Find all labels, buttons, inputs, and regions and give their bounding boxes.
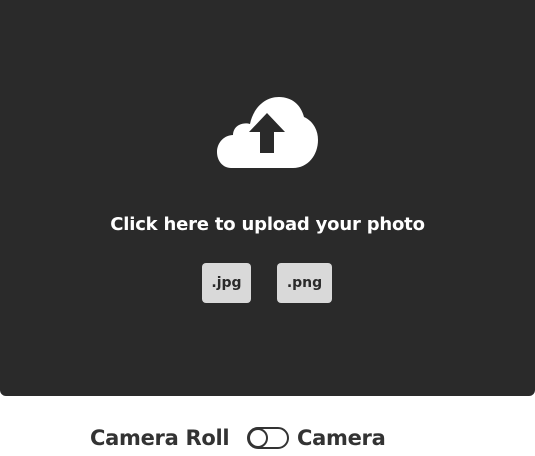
format-badge-jpg: .jpg [202, 263, 251, 303]
upload-prompt: Click here to upload your photo [110, 214, 425, 235]
toggle-switch-icon[interactable] [247, 427, 289, 449]
source-mode-switch: Camera Roll Camera [0, 420, 535, 456]
camera-label[interactable]: Camera [297, 424, 386, 452]
camera-roll-label[interactable]: Camera Roll [90, 424, 230, 452]
format-badge-png: .png [277, 263, 332, 303]
cloud-upload-icon [217, 95, 318, 168]
upload-dropzone[interactable]: Click here to upload your photo .jpg .pn… [0, 0, 535, 396]
